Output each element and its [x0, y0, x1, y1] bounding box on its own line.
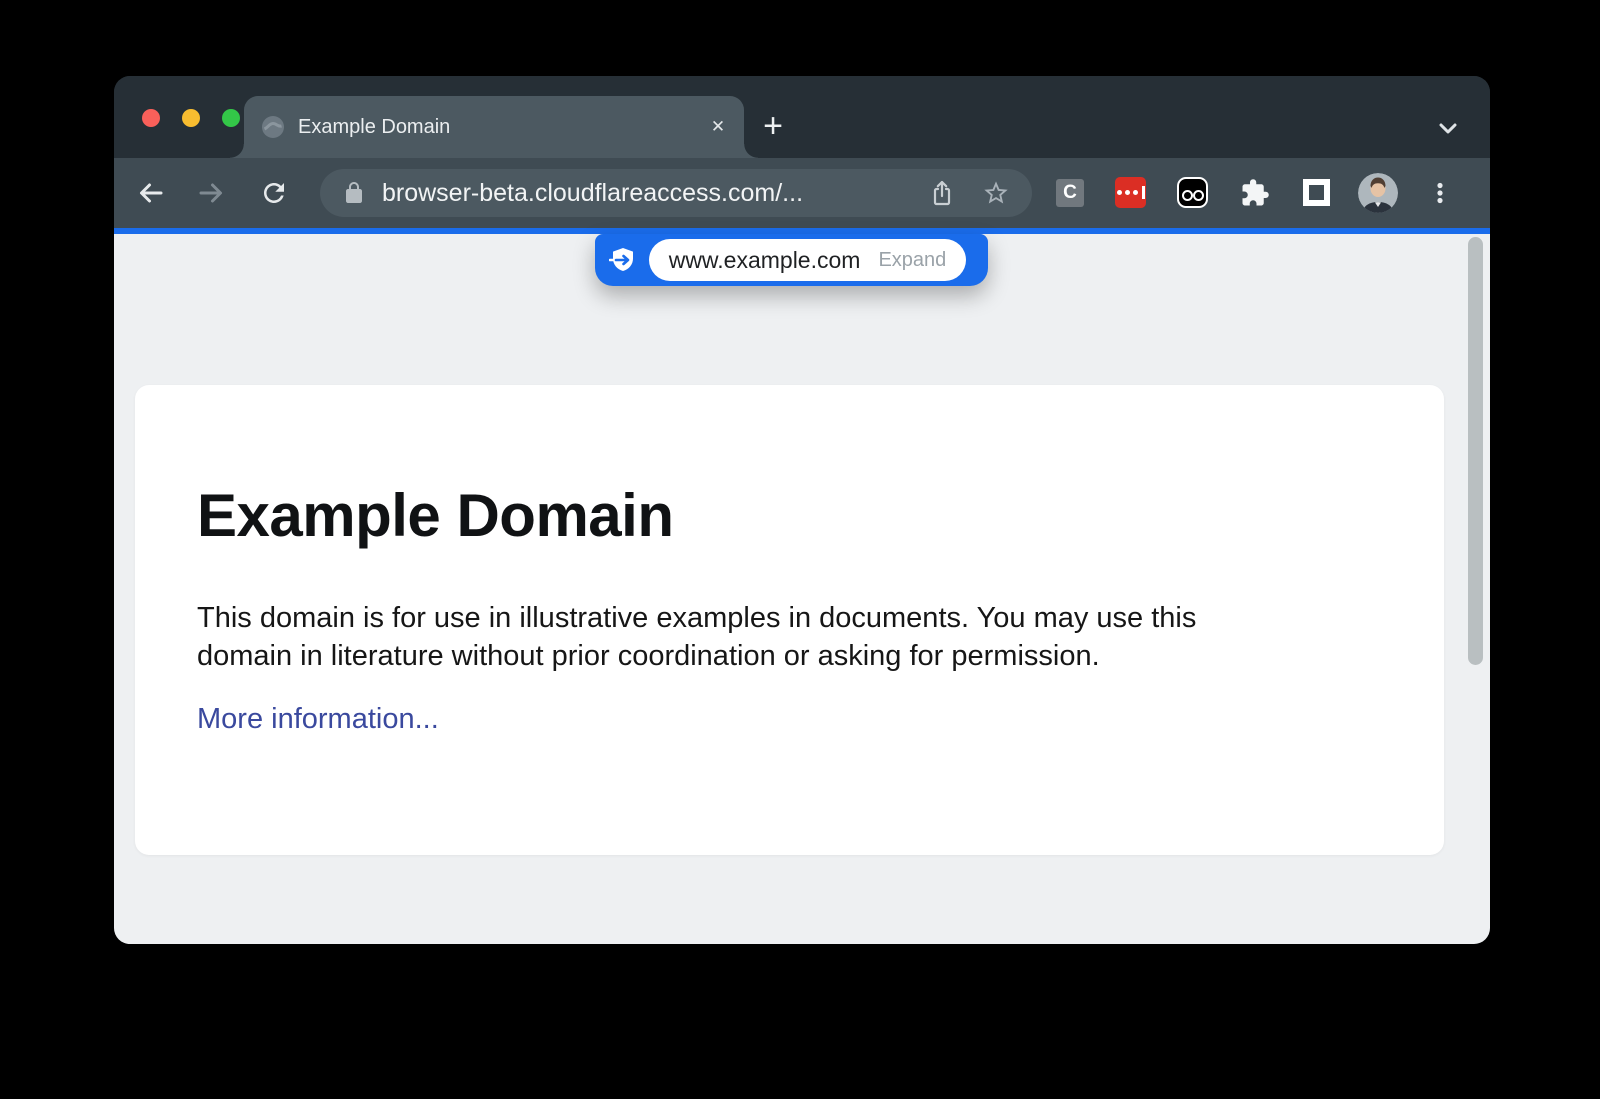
desktop-background: Example Domain ✕ + brows	[0, 0, 1600, 1099]
vertical-scrollbar-thumb[interactable]	[1468, 237, 1483, 665]
browser-window: Example Domain ✕ + brows	[114, 76, 1490, 944]
tab-search-chevron-icon[interactable]	[1432, 112, 1464, 144]
tab-close-icon[interactable]: ✕	[706, 115, 730, 139]
globe-favicon-icon	[262, 116, 284, 138]
example-domain-card: Example Domain This domain is for use in…	[135, 385, 1444, 855]
minimize-window-button[interactable]	[182, 109, 200, 127]
extension-goggles-icon[interactable]	[1177, 177, 1208, 208]
tab-title: Example Domain	[298, 96, 450, 158]
new-tab-button[interactable]: +	[752, 106, 794, 148]
profile-avatar[interactable]	[1358, 173, 1398, 213]
more-information-link[interactable]: More information...	[197, 703, 439, 736]
reload-button[interactable]	[256, 175, 292, 211]
tab-strip: Example Domain ✕ +	[114, 76, 1490, 158]
extension-frame-icon[interactable]	[1303, 179, 1330, 206]
shield-arrow-icon	[609, 246, 637, 274]
expand-button[interactable]: Expand	[878, 249, 946, 272]
isolation-url-pill[interactable]: www.example.com Expand	[649, 239, 966, 281]
browser-menu-icon[interactable]	[1425, 178, 1455, 208]
forward-button[interactable]	[194, 175, 230, 211]
address-bar[interactable]: browser-beta.cloudflareaccess.com/...	[320, 169, 1032, 217]
page-viewport: www.example.com Expand Example Domain Th…	[114, 234, 1490, 944]
url-text[interactable]: browser-beta.cloudflareaccess.com/...	[382, 179, 916, 208]
close-window-button[interactable]	[142, 109, 160, 127]
extensions-puzzle-icon[interactable]	[1240, 178, 1270, 208]
back-button[interactable]	[132, 175, 168, 211]
share-icon[interactable]	[928, 179, 956, 207]
page-title: Example Domain	[197, 481, 674, 550]
bookmark-star-icon[interactable]	[982, 179, 1010, 207]
isolated-domain-text: www.example.com	[669, 247, 861, 274]
tab-example-domain[interactable]: Example Domain ✕	[244, 96, 744, 158]
page-body-text: This domain is for use in illustrative e…	[197, 599, 1397, 675]
zoom-window-button[interactable]	[222, 109, 240, 127]
lock-icon[interactable]	[342, 181, 366, 205]
browser-toolbar: browser-beta.cloudflareaccess.com/... C	[114, 158, 1490, 228]
extension-c-icon[interactable]: C	[1056, 179, 1084, 207]
extension-password-manager-icon[interactable]	[1115, 177, 1146, 208]
isolation-domain-pill[interactable]: www.example.com Expand	[595, 234, 988, 286]
